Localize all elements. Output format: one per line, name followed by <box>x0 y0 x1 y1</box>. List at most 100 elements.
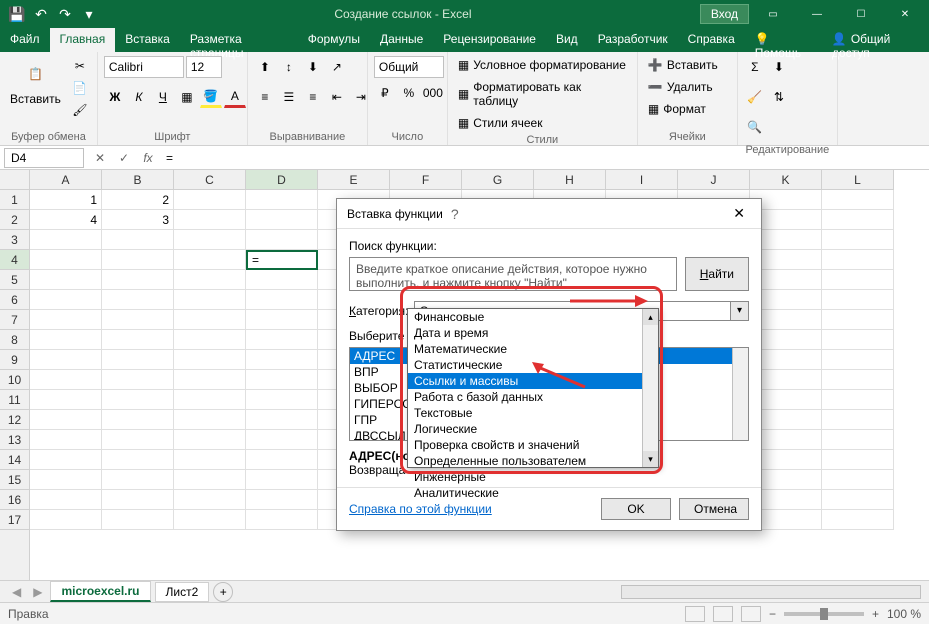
fill-color-button[interactable]: 🪣 <box>200 86 222 108</box>
sort-filter-icon[interactable]: ⇅ <box>768 86 790 108</box>
cell[interactable] <box>246 350 318 370</box>
cell[interactable] <box>102 310 174 330</box>
col-header[interactable]: F <box>390 170 462 189</box>
row-header[interactable]: 15 <box>0 470 29 490</box>
cell[interactable] <box>30 430 102 450</box>
add-sheet-button[interactable]: + <box>213 582 233 602</box>
cell[interactable] <box>30 290 102 310</box>
cancel-button[interactable]: Отмена <box>679 498 749 520</box>
col-header[interactable]: D <box>246 170 318 189</box>
tab-data[interactable]: Данные <box>370 28 433 52</box>
cell[interactable] <box>246 490 318 510</box>
cell[interactable] <box>174 470 246 490</box>
dropdown-item[interactable]: Проверка свойств и значений <box>408 437 658 453</box>
cell[interactable] <box>822 270 894 290</box>
cell[interactable] <box>30 490 102 510</box>
cell[interactable] <box>246 410 318 430</box>
cell[interactable]: 1 <box>30 190 102 210</box>
tab-layout[interactable]: Разметка страницы <box>180 28 298 52</box>
cell[interactable] <box>822 350 894 370</box>
cell[interactable] <box>102 370 174 390</box>
cell[interactable] <box>174 190 246 210</box>
dropdown-scrollbar[interactable]: ▴ ▾ <box>642 309 658 467</box>
cell[interactable] <box>246 330 318 350</box>
row-header[interactable]: 12 <box>0 410 29 430</box>
row-header[interactable]: 2 <box>0 210 29 230</box>
dropdown-item[interactable]: Инженерные <box>408 469 658 485</box>
row-header[interactable]: 13 <box>0 430 29 450</box>
save-icon[interactable]: 💾 <box>6 3 28 25</box>
sheet-nav-prev-icon[interactable]: ◀ <box>8 585 25 599</box>
sheet-nav-next-icon[interactable]: ▶ <box>29 585 46 599</box>
maximize-icon[interactable]: ☐ <box>841 0 881 28</box>
fx-icon[interactable]: fx <box>136 148 160 168</box>
scroll-up-icon[interactable]: ▴ <box>643 309 658 325</box>
search-function-input[interactable]: Введите краткое описание действия, котор… <box>349 257 677 291</box>
row-header[interactable]: 1 <box>0 190 29 210</box>
cell[interactable] <box>102 330 174 350</box>
cell[interactable] <box>174 490 246 510</box>
format-as-table-button[interactable]: ▦Форматировать как таблицу <box>454 78 631 110</box>
cell[interactable] <box>30 230 102 250</box>
cell[interactable] <box>30 310 102 330</box>
dialog-help-icon[interactable]: ? <box>443 206 467 222</box>
cell[interactable] <box>246 310 318 330</box>
percent-icon[interactable]: % <box>398 82 420 104</box>
cell[interactable] <box>174 270 246 290</box>
tab-review[interactable]: Рецензирование <box>433 28 546 52</box>
minimize-icon[interactable]: — <box>797 0 837 28</box>
cell[interactable] <box>246 450 318 470</box>
row-header[interactable]: 10 <box>0 370 29 390</box>
cell[interactable] <box>822 310 894 330</box>
align-middle-icon[interactable]: ↕ <box>278 56 300 78</box>
tab-formulas[interactable]: Формулы <box>298 28 370 52</box>
col-header[interactable]: G <box>462 170 534 189</box>
undo-icon[interactable]: ↶ <box>30 3 52 25</box>
cell[interactable] <box>30 390 102 410</box>
cell[interactable] <box>174 230 246 250</box>
tab-help[interactable]: Справка <box>678 28 745 52</box>
dropdown-item[interactable]: Логические <box>408 421 658 437</box>
currency-icon[interactable]: ₽ <box>374 82 396 104</box>
cell[interactable] <box>246 270 318 290</box>
italic-button[interactable]: К <box>128 86 150 108</box>
cell[interactable] <box>246 430 318 450</box>
font-size-select[interactable] <box>186 56 222 78</box>
cell[interactable] <box>174 430 246 450</box>
row-header[interactable]: 11 <box>0 390 29 410</box>
font-color-button[interactable]: A <box>224 86 246 108</box>
row-header[interactable]: 9 <box>0 350 29 370</box>
align-left-icon[interactable]: ≡ <box>254 86 276 108</box>
cell[interactable] <box>822 210 894 230</box>
zoom-out-icon[interactable]: − <box>769 607 776 621</box>
cut-icon[interactable]: ✂ <box>69 56 91 76</box>
cell[interactable] <box>30 410 102 430</box>
tab-home[interactable]: Главная <box>50 28 116 52</box>
cell[interactable] <box>30 450 102 470</box>
chevron-down-icon[interactable]: ▾ <box>730 302 748 320</box>
cell[interactable] <box>102 470 174 490</box>
cell[interactable] <box>102 270 174 290</box>
tab-developer[interactable]: Разработчик <box>588 28 678 52</box>
cell[interactable] <box>102 290 174 310</box>
page-break-view-icon[interactable] <box>741 606 761 622</box>
cell[interactable] <box>30 330 102 350</box>
cell[interactable] <box>102 410 174 430</box>
row-header[interactable]: 14 <box>0 450 29 470</box>
cell[interactable] <box>822 390 894 410</box>
autosum-icon[interactable]: Σ <box>744 56 766 78</box>
horizontal-scrollbar[interactable] <box>621 585 921 599</box>
comma-icon[interactable]: 000 <box>422 82 444 104</box>
cell[interactable] <box>174 510 246 530</box>
cell[interactable] <box>30 250 102 270</box>
cell-styles-button[interactable]: ▦Стили ячеек <box>454 114 547 132</box>
cancel-edit-icon[interactable]: ✕ <box>88 148 112 168</box>
row-header[interactable]: 17 <box>0 510 29 530</box>
cell[interactable] <box>822 490 894 510</box>
cell[interactable] <box>246 290 318 310</box>
cell[interactable] <box>174 310 246 330</box>
select-all-corner[interactable] <box>0 170 30 190</box>
underline-button[interactable]: Ч <box>152 86 174 108</box>
formula-input[interactable]: = <box>160 149 929 167</box>
login-button[interactable]: Вход <box>700 4 749 24</box>
